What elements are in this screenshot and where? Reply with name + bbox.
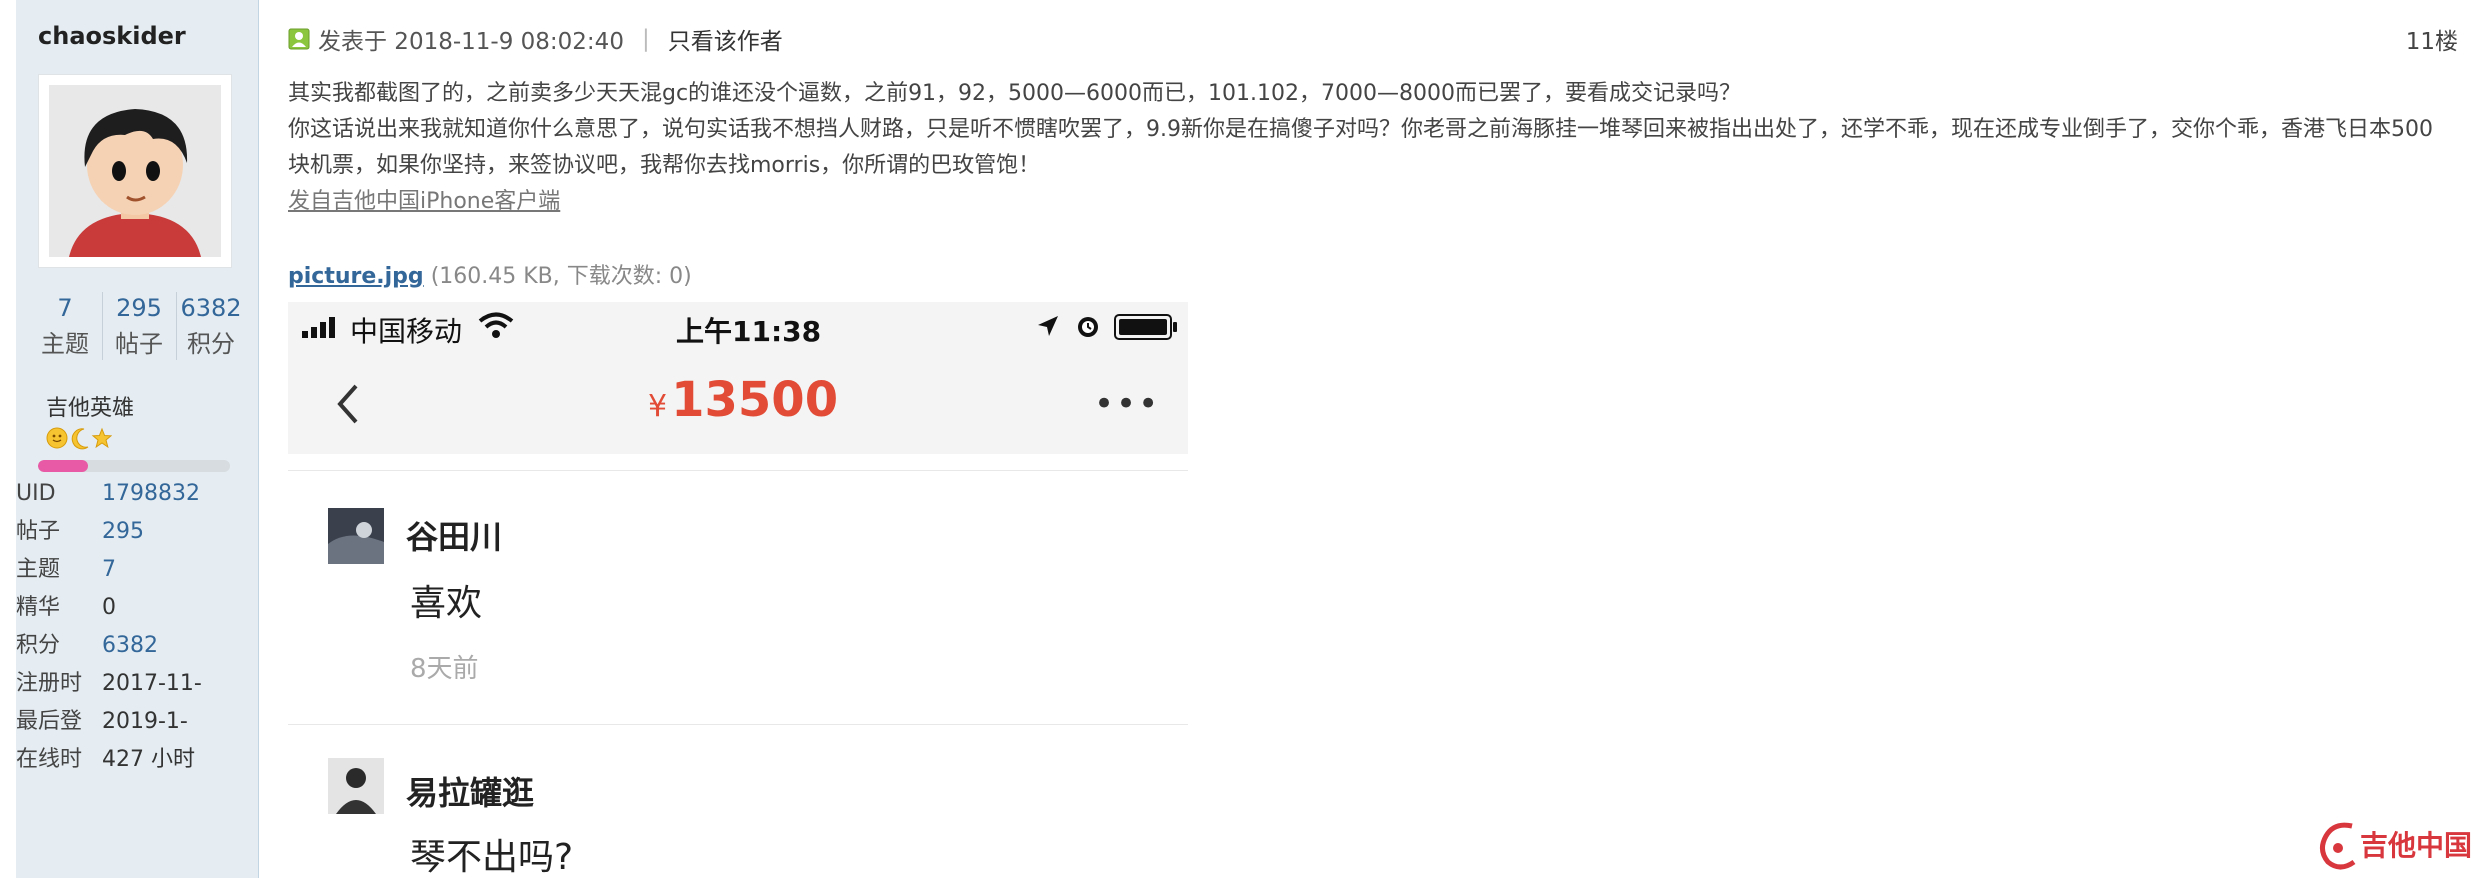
commenter-name[interactable]: 谷田川 (406, 512, 502, 558)
post-paragraph: 其实我都截图了的，之前卖多少天天混gc的谁还没个逼数，之前91，92，5000—… (288, 81, 1741, 106)
post-meta: 发表于 2018-11-9 08:02:40 | 只看该作者 (288, 22, 783, 56)
stat-label: 帖子 (115, 330, 163, 358)
comment-time: 8天前 (410, 654, 479, 684)
section-divider (288, 470, 1188, 471)
post-date: 发表于 2018-11-9 08:02:40 (318, 29, 624, 55)
rank-progress-bar (38, 460, 230, 472)
attachment-line: picture.jpg (160.45 KB, 下载次数: 0) (288, 258, 692, 290)
info-value: 0 (102, 595, 116, 620)
client-source-link[interactable]: 发自吉他中国iPhone客户端 (288, 189, 560, 214)
stat-posts[interactable]: 295 帖子 (104, 290, 174, 362)
listing-price: ¥13500 (648, 372, 838, 428)
sun-face-icon (46, 427, 68, 449)
avatar-photo (328, 508, 384, 564)
star-icon (91, 427, 112, 449)
battery-icon (1114, 314, 1177, 340)
info-key: 在线时 (16, 747, 83, 772)
back-chevron-icon[interactable] (336, 384, 360, 424)
alarm-icon (1078, 317, 1098, 337)
floor-number[interactable]: 11楼 (2406, 22, 2458, 56)
carrier-name: 中国移动 (350, 315, 463, 348)
meta-divider: | (641, 26, 650, 52)
section-divider (288, 724, 1188, 725)
attachment-image[interactable]: 中国移动 上午11:38 ¥13500 ••• 谷田川 喜欢 8天前 易拉罐逛 … (288, 302, 1188, 878)
watermark-text: 吉他中国 (2360, 829, 2472, 862)
location-arrow-icon (1038, 316, 1058, 336)
author-sidebar: chaoskider 7 主题 295 帖子 6382 积分 吉他英雄 UID … (16, 0, 259, 878)
user-rank[interactable]: 吉他英雄 (46, 390, 134, 422)
avatar[interactable] (49, 85, 221, 257)
info-value[interactable]: 1798832 (102, 480, 200, 508)
info-key: 主题 (16, 557, 61, 582)
status-time: 上午11:38 (676, 315, 822, 348)
site-watermark: 吉他中国 (2316, 820, 2472, 878)
stat-value[interactable]: 6382 (176, 290, 246, 326)
stat-label: 主题 (41, 330, 89, 358)
avatar-photo (328, 758, 384, 814)
attachment-meta: (160.45 KB, 下载次数: 0) (430, 264, 692, 289)
post-paragraph: 你这话说出来我就知道你什么意思了，说句实话我不想挡人财路，只是听不惯瞎吹罢了，9… (288, 117, 2433, 178)
info-value: 2019-1- (102, 709, 188, 734)
avatar-frame[interactable] (38, 74, 232, 268)
commenter-avatar[interactable] (328, 508, 384, 564)
comment-text: 琴不出吗? (410, 837, 574, 878)
info-key: 积分 (16, 633, 61, 658)
wifi-icon (478, 312, 514, 338)
info-value[interactable]: 6382 (102, 632, 158, 660)
price-value: 13500 (671, 372, 839, 428)
attachment-link[interactable]: picture.jpg (288, 264, 424, 289)
more-menu-icon[interactable]: ••• (1094, 384, 1160, 424)
online-user-icon (288, 28, 310, 50)
stat-credits[interactable]: 6382 积分 (176, 290, 246, 362)
commenter-avatar[interactable] (328, 758, 384, 814)
guitar-logo-icon (2320, 822, 2356, 870)
stat-label: 积分 (187, 330, 235, 358)
rank-progress-fill (38, 460, 88, 472)
info-key: 最后登 (16, 709, 83, 734)
comment-text: 喜欢 (410, 583, 483, 624)
info-key: 精华 (16, 595, 61, 620)
stat-divider (102, 292, 103, 360)
info-value: 2017-11- (102, 671, 202, 696)
author-only-link[interactable]: 只看该作者 (668, 22, 783, 56)
info-key: 注册时 (16, 671, 83, 696)
level-medal-icons (46, 427, 112, 450)
info-key: UID (16, 481, 56, 506)
info-value[interactable]: 7 (102, 556, 116, 584)
info-value: 427 小时 (102, 747, 195, 772)
username-link[interactable]: chaoskider (38, 22, 186, 50)
post-content: 其实我都截图了的，之前卖多少天天混gc的谁还没个逼数，之前91，92，5000—… (288, 76, 2448, 220)
stat-value[interactable]: 7 (30, 290, 100, 326)
info-value[interactable]: 295 (102, 518, 144, 546)
moon-icon (71, 428, 89, 450)
info-key: 帖子 (16, 519, 61, 544)
signal-icon (302, 317, 335, 338)
stat-value[interactable]: 295 (104, 290, 174, 326)
commenter-name[interactable]: 易拉罐逛 (406, 768, 534, 814)
stat-threads[interactable]: 7 主题 (30, 290, 100, 362)
currency-symbol: ¥ (648, 389, 668, 424)
